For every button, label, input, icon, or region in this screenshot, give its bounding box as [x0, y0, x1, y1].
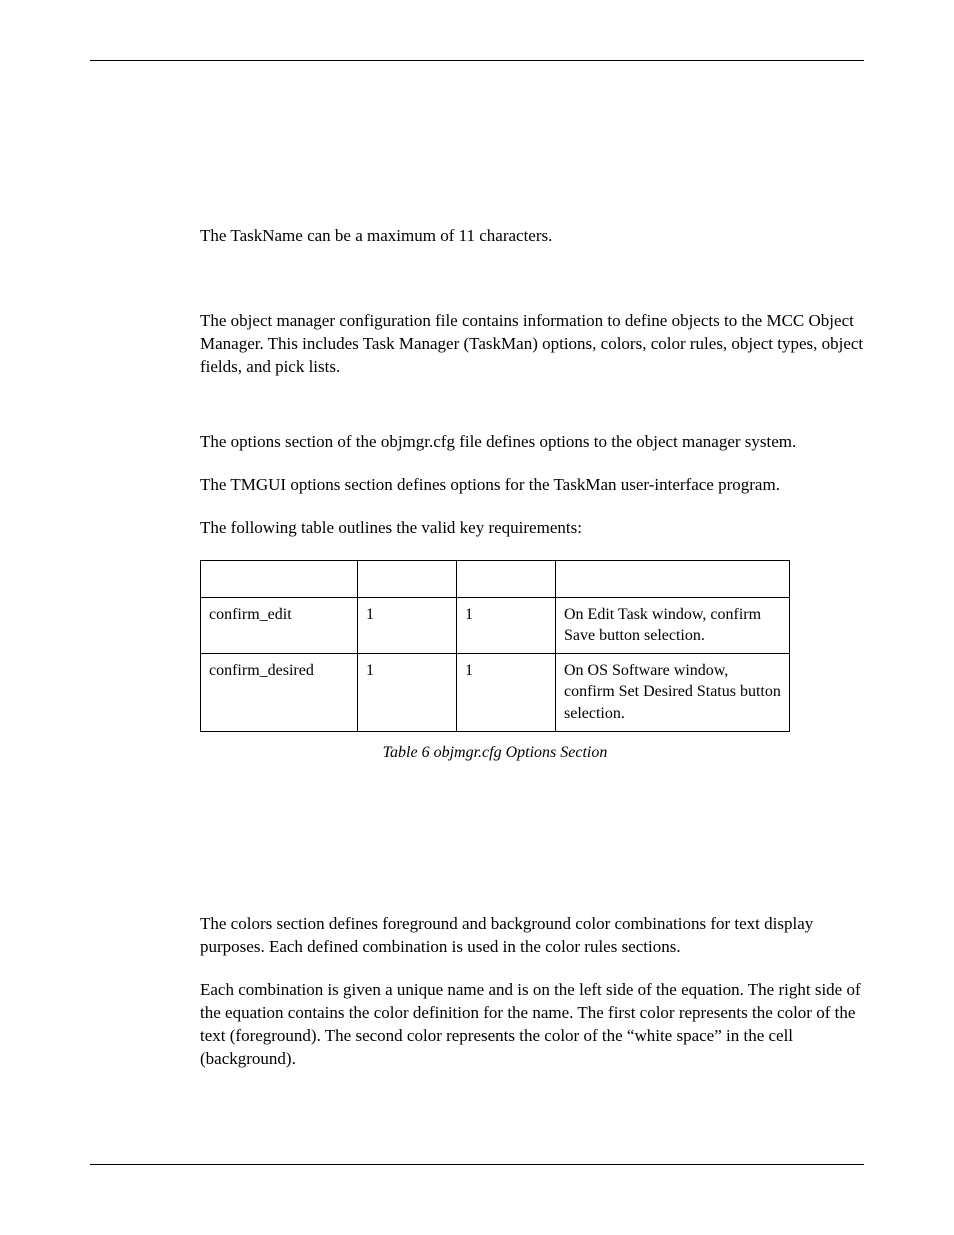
cell-description: On OS Software window, confirm Set Desir…: [556, 653, 790, 731]
paragraph-tmgui-options: The TMGUI options section defines option…: [200, 474, 864, 497]
table-header-required: [358, 560, 457, 597]
paragraph-colors-intro: The colors section defines foreground an…: [200, 913, 864, 959]
bottom-border-rule: [90, 1164, 864, 1165]
page-content: The TaskName can be a maximum of 11 char…: [200, 225, 864, 1071]
table-header-key: [201, 560, 358, 597]
table-header-row: [201, 560, 790, 597]
cell-description: On Edit Task window, confirm Save button…: [556, 597, 790, 653]
paragraph-colors-detail: Each combination is given a unique name …: [200, 979, 864, 1071]
cell-key: confirm_edit: [201, 597, 358, 653]
cell-required: 1: [358, 597, 457, 653]
top-border-rule: [90, 60, 864, 61]
paragraph-taskname-limit: The TaskName can be a maximum of 11 char…: [200, 225, 864, 248]
paragraph-objmgr-intro: The object manager configuration file co…: [200, 310, 864, 379]
options-table: confirm_edit 1 1 On Edit Task window, co…: [200, 560, 790, 732]
table-row: confirm_edit 1 1 On Edit Task window, co…: [201, 597, 790, 653]
cell-default: 1: [457, 597, 556, 653]
table-caption: Table 6 objmgr.cfg Options Section: [200, 742, 790, 764]
table-header-default: [457, 560, 556, 597]
cell-required: 1: [358, 653, 457, 731]
table-row: confirm_desired 1 1 On OS Software windo…: [201, 653, 790, 731]
paragraph-options-section: The options section of the objmgr.cfg fi…: [200, 431, 864, 454]
table-header-description: [556, 560, 790, 597]
cell-default: 1: [457, 653, 556, 731]
cell-key: confirm_desired: [201, 653, 358, 731]
paragraph-table-intro: The following table outlines the valid k…: [200, 517, 864, 540]
